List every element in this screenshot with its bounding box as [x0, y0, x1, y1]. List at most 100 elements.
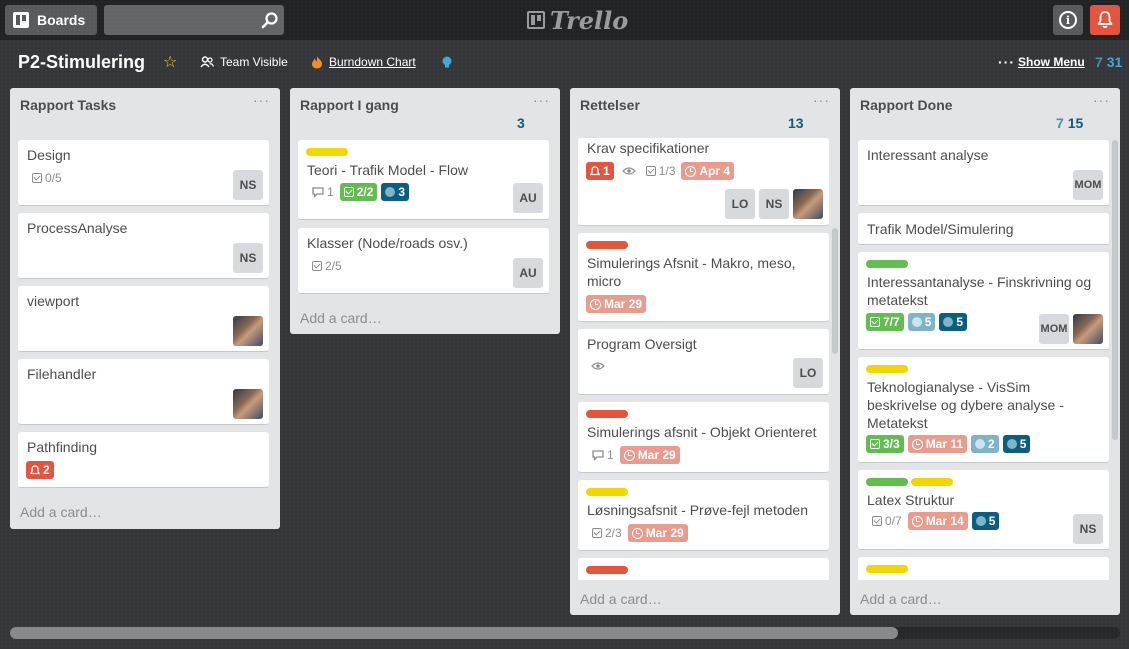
show-menu-link[interactable]: Show Menu [1018, 55, 1085, 69]
comments-count: 1 [327, 185, 334, 199]
member-avatar[interactable]: MOM [1073, 170, 1103, 200]
card-klasser[interactable]: Klasser (Node/roads osv.) 2/5 AU [298, 228, 549, 294]
card-badges: 2/3 Mar 29 [592, 524, 688, 542]
add-card-link[interactable]: Add a card… [580, 591, 662, 607]
member-avatar[interactable]: LO [725, 189, 755, 219]
card-simulerings-afsnit-makro[interactable]: Simulerings Afsnit - Makro, meso, micro … [578, 233, 829, 322]
watch-icon [621, 167, 636, 175]
add-card-link[interactable]: Add a card… [300, 310, 382, 326]
member-avatar[interactable]: NS [1073, 514, 1103, 544]
due-date-badge: Mar 29 [586, 295, 647, 313]
card-badges: 3/3 Mar 11 2 5 [866, 435, 1031, 453]
estimate-value: 5 [1019, 437, 1027, 451]
checklist-icon [870, 439, 880, 449]
label-red [586, 566, 628, 574]
checklist-count: 2/2 [356, 185, 374, 199]
power-up-icon[interactable] [441, 56, 453, 68]
member-avatar[interactable]: NS [233, 170, 263, 200]
search-icon[interactable] [261, 11, 279, 29]
info-button[interactable]: i [1053, 5, 1083, 35]
card-teknologianalyse[interactable]: Teknologianalyse - VisSim beskrivelse og… [858, 357, 1109, 463]
member-avatar[interactable]: NS [759, 189, 789, 219]
checklist-icon [32, 173, 42, 183]
due-date-badge: Mar 29 [627, 524, 688, 542]
due-date-badge: Apr 4 [681, 162, 735, 180]
card-losningsafsnit[interactable]: Løsningsafsnit - Prøve-fejl metoden 2/3 … [578, 480, 829, 551]
comment-icon [312, 186, 324, 198]
estimate-icon [1006, 439, 1017, 449]
star-icon[interactable]: ☆ [163, 52, 183, 72]
card-title: Design [27, 147, 71, 163]
card-pathfinding[interactable]: Pathfinding 2 [18, 432, 269, 488]
list-menu-icon[interactable]: ··· [253, 92, 270, 108]
search-input[interactable] [104, 5, 284, 35]
member-avatar[interactable]: AU [513, 183, 543, 213]
more-icon[interactable]: ··· [998, 54, 1015, 70]
card-trafik-model-simulering[interactable]: Trafik Model/Simulering [858, 213, 1109, 245]
add-card-link[interactable]: Add a card… [20, 504, 102, 520]
estimate-badge: 5 [971, 512, 1000, 530]
alert-count: 1 [603, 164, 610, 178]
card-krav-specifikationer[interactable]: Krav specifikationer 1 1/3 Apr 4 LO NS [578, 138, 829, 226]
list-cards-viewport: Krav specifikationer 1 1/3 Apr 4 LO NS S… [570, 138, 840, 580]
card-design[interactable]: Design 0/5 NS [18, 140, 269, 206]
due-date: Mar 14 [925, 514, 964, 528]
checklist-badge: 7/7 [866, 313, 904, 331]
card-title: Krav specifikationer [587, 140, 710, 156]
member-avatar-photo[interactable] [233, 316, 263, 346]
list-menu-icon[interactable]: ··· [1093, 92, 1110, 108]
board-scrollbar-thumb[interactable] [10, 627, 898, 639]
card-interessant-analyse[interactable]: Interessant analyse MOM [858, 140, 1109, 206]
card-partial[interactable] [578, 558, 829, 580]
burndown-chart-button[interactable]: Burndown Chart [311, 55, 416, 69]
trello-logo[interactable]: Trello [527, 6, 628, 35]
checklist-badge: 1/3 [645, 164, 675, 178]
member-avatar[interactable]: NS [233, 243, 263, 273]
list-scrollbar[interactable] [1112, 140, 1118, 440]
due-date: Mar 29 [637, 448, 676, 462]
list-rapport-done: Rapport Done ··· 7 15 Interessant analys… [850, 88, 1120, 615]
card-filehandler[interactable]: Filehandler [18, 359, 269, 425]
card-teori-trafik-model[interactable]: Teori - Trafik Model - Flow 1 2/2 3 AU [298, 140, 549, 220]
card-interessantanalyse[interactable]: Interessantanalyse - Finskrivning og met… [858, 252, 1109, 350]
checklist-badge: 2/3 [592, 526, 622, 540]
points-icon [911, 317, 922, 327]
checklist-badge: 0/5 [32, 171, 62, 185]
member-avatar[interactable]: AU [513, 258, 543, 288]
board-title[interactable]: P2-Stimulering [18, 52, 145, 73]
due-date-badge: Mar 14 [907, 512, 968, 530]
label-yellow [866, 365, 908, 373]
member-avatar-photo[interactable] [1073, 314, 1103, 344]
member-avatar[interactable]: LO [793, 358, 823, 388]
list-menu-icon[interactable]: ··· [813, 92, 830, 108]
card-program-oversigt[interactable]: Program Oversigt LO [578, 329, 829, 395]
member-avatar[interactable]: MOM [1039, 314, 1069, 344]
card-title: ProcessAnalyse [27, 220, 128, 236]
member-avatar-photo[interactable] [233, 389, 263, 419]
list-menu-icon[interactable]: ··· [533, 92, 550, 108]
checklist-icon [592, 528, 602, 538]
card-latex-struktur[interactable]: Latex Struktur 0/7 Mar 14 5 NS [858, 470, 1109, 550]
card-simulerings-afsnit-objekt[interactable]: Simulerings afsnit - Objekt Orienteret 1… [578, 402, 829, 473]
info-icon: i [1059, 11, 1077, 29]
card-viewport[interactable]: viewport [18, 286, 269, 352]
member-avatar-photo[interactable] [793, 189, 823, 219]
list-title[interactable]: Rettelser [580, 97, 640, 113]
board-points-done: 7 [1095, 54, 1103, 70]
card-partial[interactable] [858, 557, 1109, 580]
list-title[interactable]: Rapport Tasks [20, 97, 116, 113]
card-processanalyse[interactable]: ProcessAnalyse NS [18, 213, 269, 279]
estimate-badge: 5 [1002, 435, 1031, 453]
notifications-button[interactable] [1090, 5, 1120, 35]
add-card-link[interactable]: Add a card… [860, 591, 942, 607]
team-icon [200, 56, 214, 68]
checklist-count: 0/5 [45, 171, 62, 185]
boards-button[interactable]: Boards [5, 5, 97, 35]
list-points: 13 [788, 115, 804, 131]
checklist-count: 7/7 [883, 315, 900, 329]
visibility-button[interactable]: Team Visible [200, 55, 288, 69]
list-title[interactable]: Rapport I gang [300, 97, 399, 113]
board-points-total: 31 [1106, 54, 1123, 70]
label-green [866, 260, 908, 268]
list-title[interactable]: Rapport Done [860, 97, 953, 113]
